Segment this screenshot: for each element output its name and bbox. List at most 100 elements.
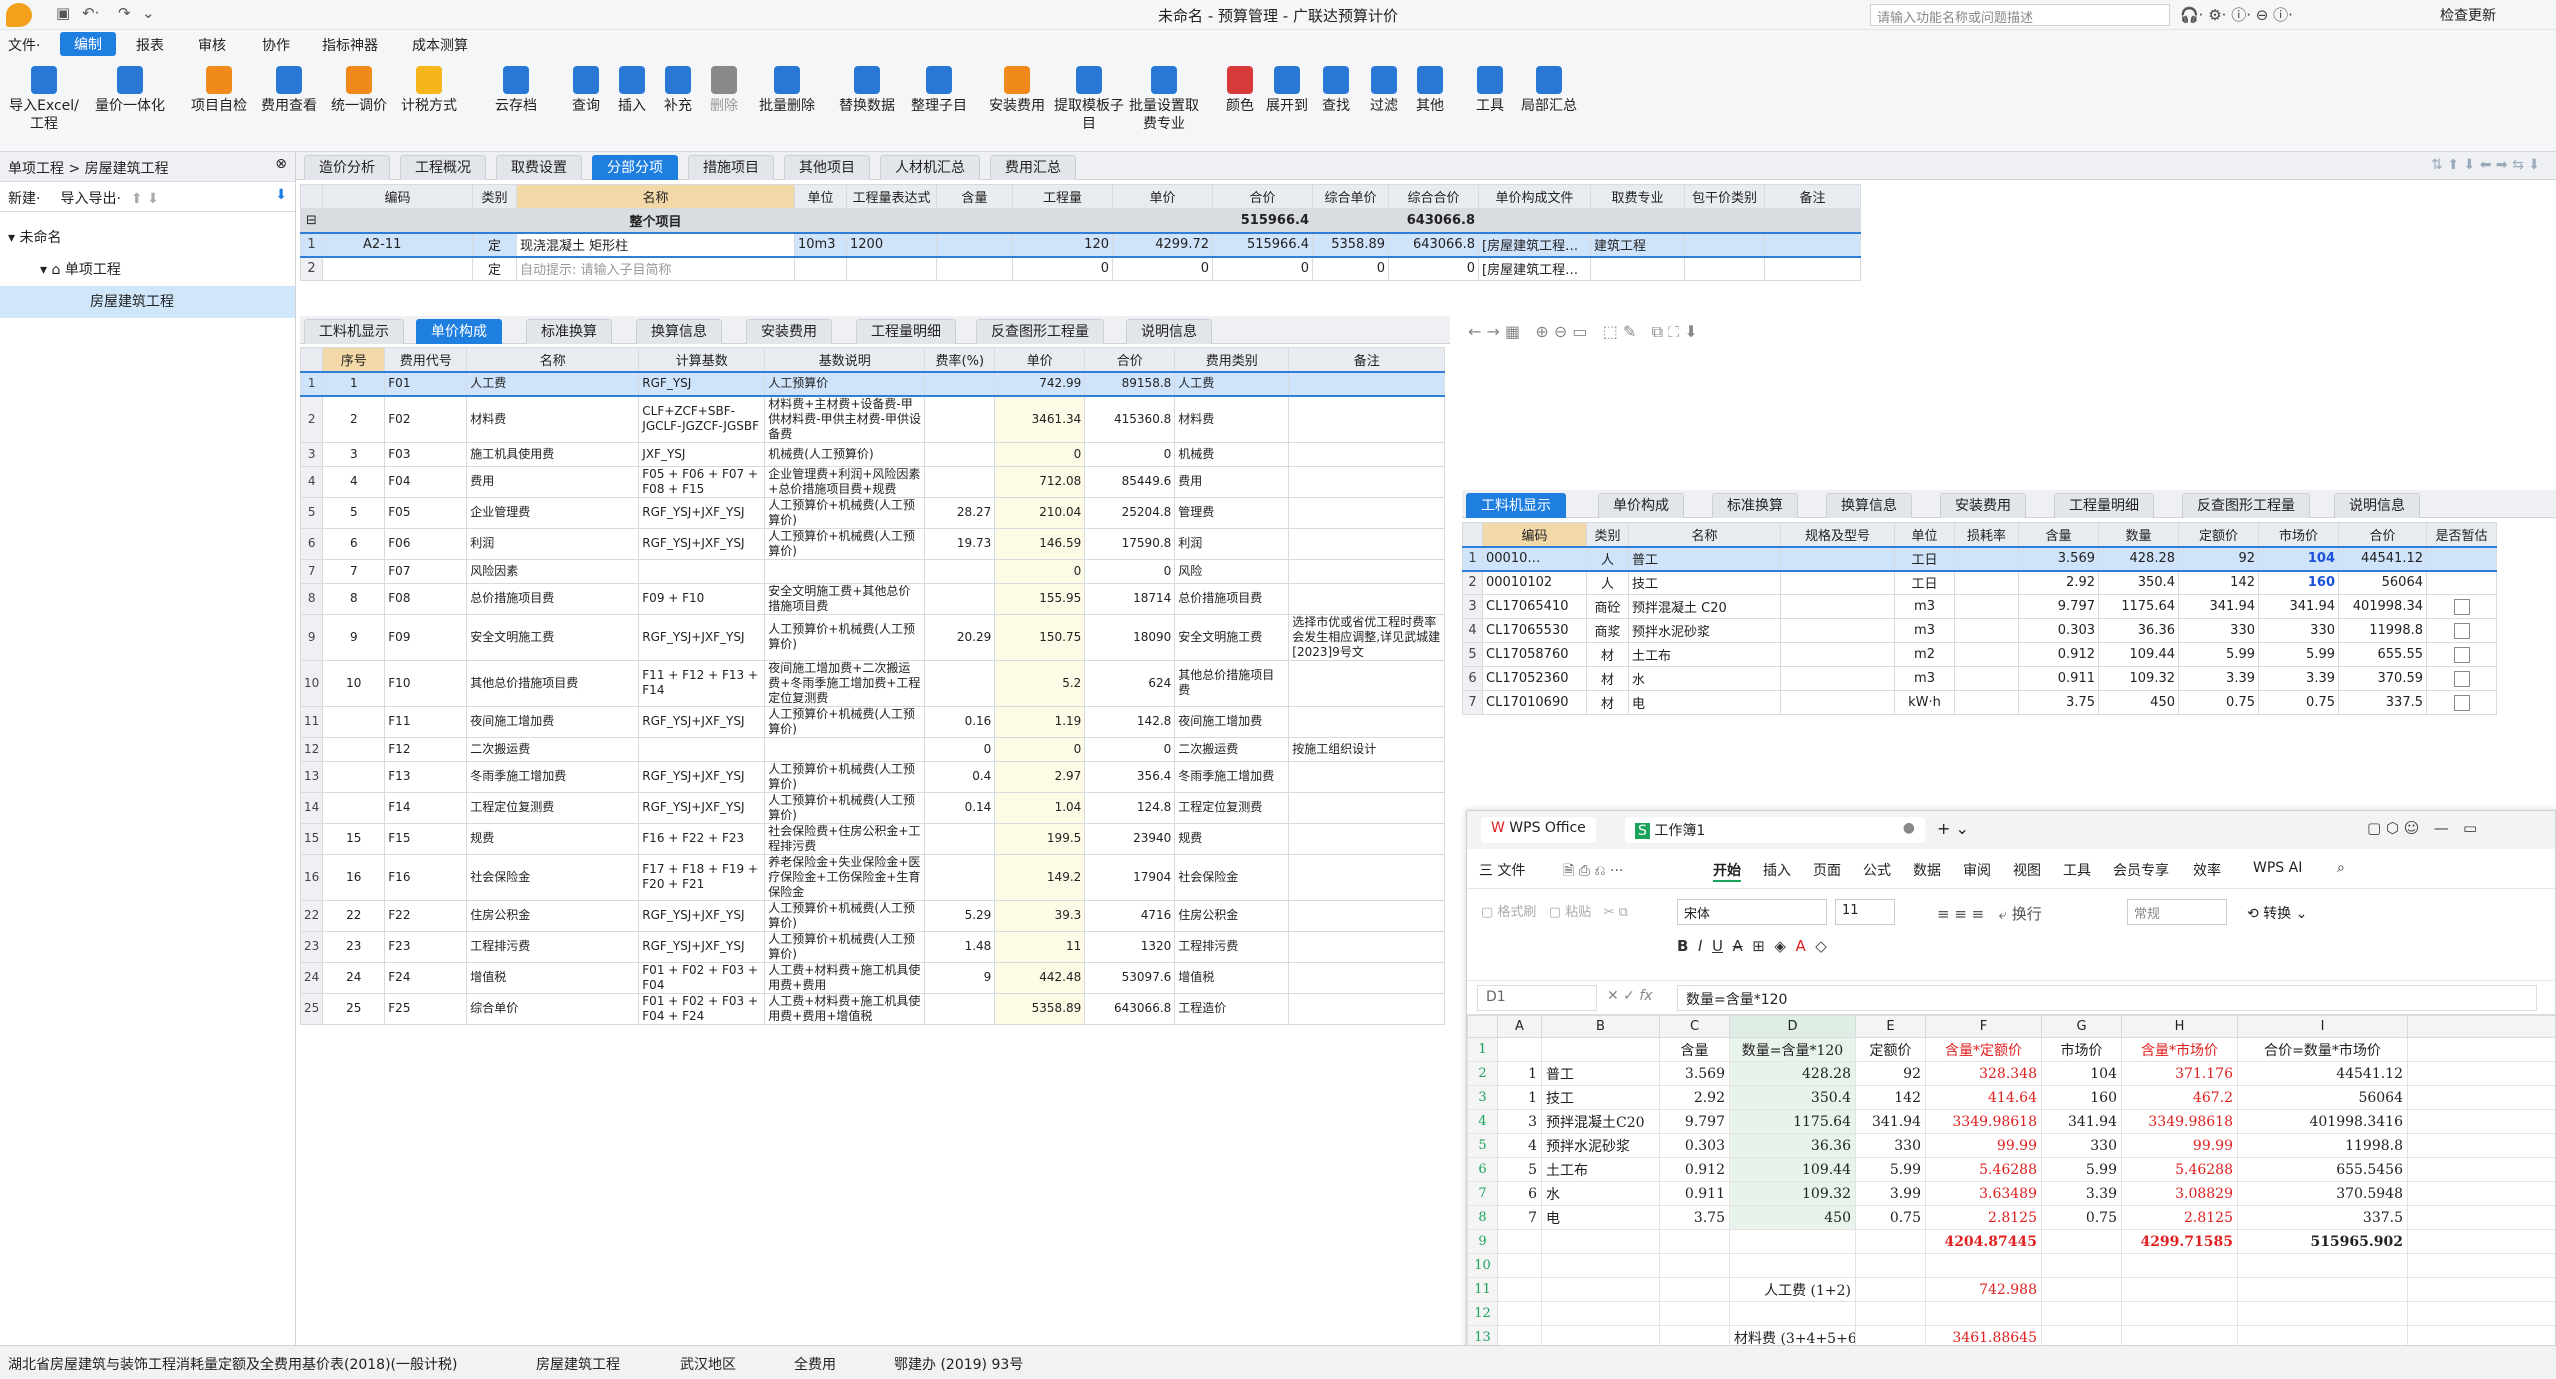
- cell-note[interactable]: [1288, 791, 1446, 824]
- sheet-row[interactable]: 12: [1467, 1301, 2555, 1326]
- sheet-cell[interactable]: [1497, 1253, 1542, 1278]
- cell-total-price[interactable]: 0: [1084, 736, 1176, 762]
- cell-fee-code[interactable]: F08: [384, 582, 468, 615]
- cell-spec[interactable]: [1780, 545, 1895, 572]
- cell-fee-code[interactable]: F09: [384, 613, 468, 661]
- cell-cat[interactable]: 材: [1586, 642, 1629, 667]
- table-row[interactable]: 7 CL17010690 材电 kW·h 3.75 450 0.75 0.75 337.5: [1462, 690, 2497, 715]
- sheet-cell[interactable]: 515965.902: [2237, 1229, 2408, 1254]
- cell-fee-type[interactable]: 费用: [1174, 465, 1290, 498]
- cell-fee-code[interactable]: F22: [384, 899, 468, 932]
- cell-estimate[interactable]: [2426, 570, 2497, 595]
- partial-summary-button[interactable]: 局部汇总: [1514, 66, 1584, 115]
- cell-base-desc[interactable]: 人工预算价+机械费(人工预算价): [764, 899, 926, 932]
- cell-note[interactable]: [1288, 558, 1446, 584]
- sheet-cell[interactable]: 电: [1541, 1205, 1660, 1230]
- sheet-cell[interactable]: [1541, 1277, 1660, 1302]
- sheet-cell[interactable]: 1: [1497, 1061, 1542, 1086]
- cell-name[interactable]: 普工: [1628, 545, 1781, 572]
- cell-total-price[interactable]: 4716: [1084, 899, 1176, 932]
- sheet-cell[interactable]: 合价=数量*市场价: [2237, 1037, 2408, 1062]
- cell-calc-base[interactable]: F17 + F18 + F19 + F20 + F21: [638, 853, 766, 901]
- table-row[interactable]: 4 CL17065530 商浆 预拌水泥砂浆 m3 0.303 36.36 330 330 119…: [1462, 618, 2497, 643]
- sheet-cell[interactable]: 3349.98618: [2121, 1109, 2238, 1134]
- cell-seq[interactable]: 5: [322, 496, 386, 529]
- cell-loss[interactable]: [1954, 545, 2019, 572]
- cell-quota-price[interactable]: 3.39: [2178, 666, 2259, 691]
- cell-note[interactable]: [1288, 822, 1446, 855]
- col-header[interactable]: I: [2237, 1015, 2408, 1038]
- cell-fee-name[interactable]: 二次搬运费: [466, 736, 640, 762]
- tab-fee-settings[interactable]: 取费设置: [496, 155, 582, 180]
- cell-quota-price[interactable]: 142: [2178, 570, 2259, 595]
- cell-base-desc[interactable]: [764, 558, 926, 584]
- cell-unit-price[interactable]: 5.2: [994, 659, 1086, 707]
- install-fee-button[interactable]: 安装费用: [982, 66, 1052, 115]
- sheet-cell[interactable]: 3349.98618: [1925, 1109, 2042, 1134]
- cell-total-price[interactable]: 624: [1084, 659, 1176, 707]
- cell-calc-base[interactable]: RGF_YSJ+JXF_YSJ: [638, 791, 766, 824]
- cell-rate[interactable]: 20.29: [924, 613, 996, 661]
- cell-total-price[interactable]: 53097.6: [1084, 961, 1176, 994]
- cell-unit[interactable]: m3: [1894, 666, 1955, 691]
- cell-note[interactable]: 按施工组织设计: [1288, 736, 1446, 762]
- tab-graphic-qty[interactable]: 反查图形工程量: [976, 319, 1104, 344]
- cell-estimate[interactable]: [2426, 666, 2497, 691]
- cell-calc-base[interactable]: RGF_YSJ+JXF_YSJ: [638, 760, 766, 793]
- extract-template-button[interactable]: 提取模板子目: [1054, 66, 1124, 133]
- cell-fee-name[interactable]: 风险因素: [466, 558, 640, 584]
- wps-menu-member[interactable]: 会员专享: [2113, 860, 2169, 880]
- sheet-cell[interactable]: 0.75: [1855, 1205, 1926, 1230]
- sheet-cell[interactable]: 3: [1497, 1109, 1542, 1134]
- wps-menu-formula[interactable]: 公式: [1863, 860, 1891, 880]
- sheet-row-number[interactable]: 1: [1467, 1037, 1498, 1062]
- cell-spec[interactable]: [1780, 690, 1895, 715]
- tab-unit-price-comp[interactable]: 单价构成: [416, 319, 502, 344]
- cell-unit-price[interactable]: 442.48: [994, 961, 1086, 994]
- cell-unit-price[interactable]: 199.5: [994, 822, 1086, 855]
- cell-base-desc[interactable]: 人工预算价: [764, 370, 926, 397]
- cell-market-price[interactable]: 160: [2258, 570, 2339, 595]
- cell-total-price[interactable]: 124.8: [1084, 791, 1176, 824]
- graphic-toolbar[interactable]: ← → ▦ ⊕ ⊖ ▭ ⬚ ✎ ⧉ ⛶ ⬇: [1458, 318, 2556, 348]
- cell-rate[interactable]: 1.48: [924, 930, 996, 963]
- cell-seq[interactable]: 22: [322, 899, 386, 932]
- cell-cat[interactable]: 人: [1586, 545, 1629, 572]
- cell-price[interactable]: 0: [1112, 256, 1213, 281]
- cell-calc-base[interactable]: JXF_YSJ: [638, 441, 766, 467]
- cell-market-price[interactable]: 0.75: [2258, 690, 2339, 715]
- cell-seq[interactable]: 15: [322, 822, 386, 855]
- sheet-cell[interactable]: 9.797: [1659, 1109, 1730, 1134]
- sheet-row-number[interactable]: 5: [1467, 1133, 1498, 1158]
- sheet-cell[interactable]: [1541, 1229, 1660, 1254]
- wps-menu-tools[interactable]: 工具: [2063, 860, 2091, 880]
- table-row[interactable]: 1 1 F01 人工费 RGF_YSJ 人工预算价 742.99 89158.8 人工费: [300, 370, 1446, 397]
- cell-fee-name[interactable]: 安全文明施工费: [466, 613, 640, 661]
- cell-seq[interactable]: 24: [322, 961, 386, 994]
- menu-collab[interactable]: 协作: [262, 35, 290, 55]
- wps-menu-page[interactable]: 页面: [1813, 860, 1841, 880]
- cell-total-price[interactable]: 1320: [1084, 930, 1176, 963]
- sheet-cell[interactable]: 3.63489: [1925, 1181, 2042, 1206]
- wps-format-select[interactable]: 常规: [2127, 899, 2227, 925]
- cell-base-desc[interactable]: 夜间施工增加费+二次搬运费+冬雨季施工增加费+工程定位复测费: [764, 659, 926, 707]
- sheet-cell[interactable]: 450: [1729, 1205, 1856, 1230]
- cell-unit-price[interactable]: 5358.89: [994, 992, 1086, 1025]
- cell-qty[interactable]: 1175.64: [2098, 594, 2179, 619]
- tools-button[interactable]: 工具: [1468, 66, 1512, 115]
- sheet-cell[interactable]: 142: [1855, 1085, 1926, 1110]
- cell-calc-base[interactable]: CLF+ZCF+SBF-JGCLF-JGZCF-JGSBF: [638, 395, 766, 443]
- sheet-row-number[interactable]: 4: [1467, 1109, 1498, 1134]
- table-row[interactable]: 7 7 F07 风险因素 0 0 风险: [300, 558, 1446, 584]
- cell-market-price[interactable]: 3.39: [2258, 666, 2339, 691]
- cell-name[interactable]: 土工布: [1628, 642, 1781, 667]
- wps-home-tab[interactable]: W WPS Office: [1481, 817, 1596, 843]
- cell-seq[interactable]: 25: [322, 992, 386, 1025]
- table-row[interactable]: 6 CL17052360 材水 m3 0.911 109.32 3.39 3.39 370.59: [1462, 666, 2497, 691]
- cell-fee-type[interactable]: 增值税: [1174, 961, 1290, 994]
- sheet-cell[interactable]: 水: [1541, 1181, 1660, 1206]
- sheet-cell[interactable]: [1855, 1301, 1926, 1326]
- sheet-cell[interactable]: [1497, 1277, 1542, 1302]
- table-row[interactable]: 8 8 F08 总价措施项目费 F09 + F10 安全文明施工费+其他总价措施项目费 15…: [300, 582, 1446, 615]
- cell-rate[interactable]: [924, 558, 996, 584]
